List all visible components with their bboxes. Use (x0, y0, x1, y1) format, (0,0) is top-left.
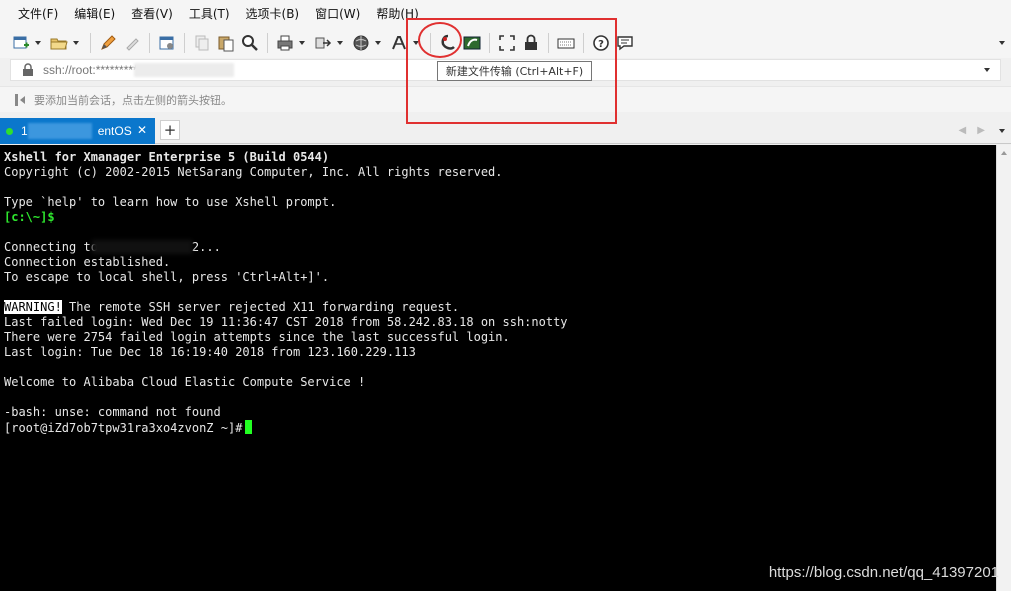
eraser-icon[interactable] (121, 32, 143, 54)
terminal-line: Last login: Tue Dec 18 16:19:40 2018 fro… (4, 345, 416, 359)
warning-label: WARNING! (4, 300, 62, 314)
terminal[interactable]: Xshell for Xmanager Enterprise 5 (Build … (0, 145, 996, 591)
transfer-dropdown[interactable] (336, 32, 344, 54)
session-tab[interactable]: 1 entOS ✕ (0, 118, 155, 144)
copy-icon[interactable] (191, 32, 213, 54)
paste-icon[interactable] (215, 32, 237, 54)
terminal-line: -bash: unse: command not found (4, 405, 221, 419)
toolbar-separator (149, 33, 150, 53)
menu-tools[interactable]: 工具(T) (181, 0, 238, 28)
watermark: https://blog.csdn.net/qq_41397201 (768, 564, 999, 581)
transfer-icon[interactable] (312, 32, 334, 54)
connecting-tail: 2... (191, 240, 221, 254)
redacted-tab-name (28, 123, 92, 139)
connection-status-icon (6, 127, 13, 135)
warning-message: The remote SSH server rejected X11 forwa… (61, 300, 460, 314)
terminal-line: To escape to local shell, press 'Ctrl+Al… (4, 270, 330, 284)
terminal-line: Xshell for Xmanager Enterprise 5 (Build … (4, 150, 330, 164)
hint-text: 要添加当前会话，点击左侧的箭头按钮。 (34, 93, 232, 107)
print-icon[interactable] (274, 32, 296, 54)
chat-icon[interactable] (614, 32, 636, 54)
shell-prompt: [root@iZd7ob7tpw31ra3xo4zvonZ ~]# (4, 421, 243, 435)
new-session-icon[interactable] (10, 32, 32, 54)
globe-icon[interactable] (350, 32, 372, 54)
terminal-line: Type `help' to learn how to use Xshell p… (4, 195, 337, 209)
address-dropdown-icon[interactable] (984, 68, 990, 72)
add-tab-button[interactable]: + (160, 120, 180, 140)
new-session-dropdown[interactable] (34, 32, 42, 54)
globe-dropdown[interactable] (374, 32, 382, 54)
terminal-line: Welcome to Alibaba Cloud Elastic Compute… (4, 375, 366, 389)
properties-icon[interactable] (156, 32, 178, 54)
scroll-up-icon[interactable] (1001, 151, 1007, 155)
open-folder-icon[interactable] (48, 32, 70, 54)
redacted-host (133, 63, 234, 77)
toolbar-separator (267, 33, 268, 53)
toolbar-separator (90, 33, 91, 53)
print-dropdown[interactable] (298, 32, 306, 54)
toolbar-separator (184, 33, 185, 53)
toolbar-overflow-icon[interactable] (999, 41, 1005, 45)
menu-window[interactable]: 窗口(W) (307, 0, 368, 28)
terminal-line: Connecting to 2... (4, 240, 996, 255)
menu-tabs[interactable]: 选项卡(B) (238, 0, 308, 28)
terminal-line: Connection established. (4, 255, 171, 269)
open-dropdown[interactable] (72, 32, 80, 54)
highlight-circle (418, 22, 462, 58)
connecting-text: Connecting to (4, 240, 98, 254)
terminal-cursor (245, 420, 253, 434)
tab-label-suffix: entOS (97, 124, 132, 138)
lock-icon (23, 63, 33, 76)
terminal-scrollbar[interactable] (996, 145, 1011, 591)
menu-file[interactable]: 文件(F) (10, 0, 66, 28)
terminal-line: Last failed login: Wed Dec 19 11:36:47 C… (4, 315, 568, 329)
menu-view[interactable]: 查看(V) (123, 0, 181, 28)
terminal-line: There were 2754 failed login attempts si… (4, 330, 510, 344)
redacted-host (91, 240, 192, 254)
tab-label: 1 (21, 124, 28, 138)
close-tab-icon[interactable]: ✕ (137, 123, 147, 137)
edit-pencil-icon[interactable] (97, 32, 119, 54)
menu-edit[interactable]: 编辑(E) (66, 0, 123, 28)
terminal-local-prompt: [c:\~]$ (4, 210, 55, 224)
terminal-line: Copyright (c) 2002-2015 NetSarang Comput… (4, 165, 503, 179)
add-session-arrow-icon[interactable] (12, 92, 28, 108)
tab-list-dropdown-icon[interactable] (999, 129, 1005, 133)
tab-scroll-arrows[interactable]: ◀ ▶ (958, 125, 989, 136)
find-icon[interactable] (239, 32, 261, 54)
terminal-prompt-line: [root@iZd7ob7tpw31ra3xo4zvonZ ~]# (4, 420, 996, 435)
terminal-line: WARNING! The remote SSH server rejected … (4, 300, 996, 315)
address-url: ssh://root:********* (43, 63, 138, 77)
